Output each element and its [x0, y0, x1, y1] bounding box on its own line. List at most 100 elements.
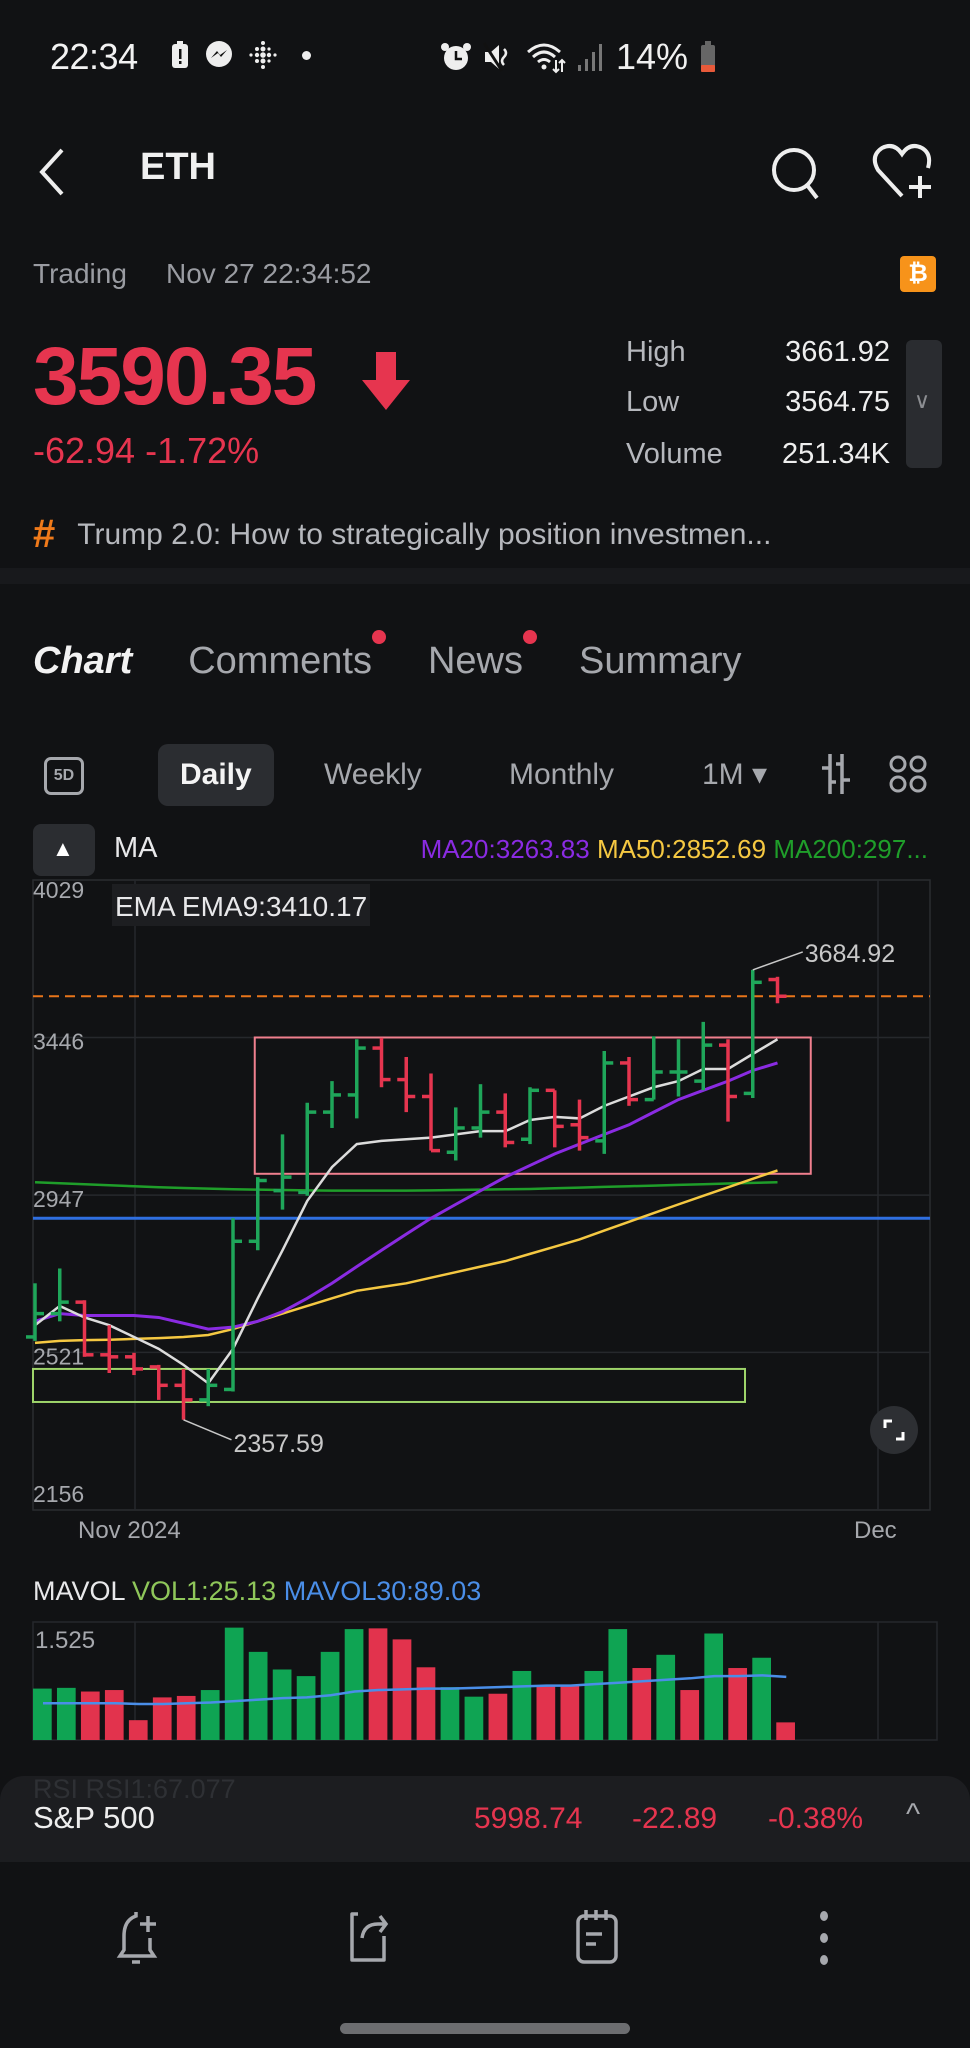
period-weekly[interactable]: Weekly: [302, 744, 444, 806]
volume-bar: [560, 1684, 580, 1740]
grid-layout-icon[interactable]: [888, 754, 928, 794]
ema-label: EMA EMA9:3410.17: [115, 891, 367, 922]
ohlc-bar: [26, 1283, 44, 1341]
volume-chart[interactable]: 1.525: [0, 1610, 970, 1750]
expand-stats-button[interactable]: ∨: [906, 340, 942, 468]
mute-icon: [482, 42, 508, 72]
x-tick-label: Dec: [854, 1517, 897, 1544]
hashtag-icon: #: [33, 512, 56, 556]
chevron-up-icon[interactable]: ^: [906, 1798, 920, 1832]
volume-axis-label: 1.525: [35, 1627, 95, 1654]
ohlc-bar: [174, 1368, 193, 1420]
back-button[interactable]: [34, 144, 74, 200]
volume-bar: [536, 1685, 556, 1740]
volume-bar: [512, 1670, 532, 1740]
mavol30-value: MAVOL30:89.03: [283, 1576, 482, 1606]
ohlc-bar: [471, 1084, 490, 1138]
ma50-value: MA50:2852.69: [596, 834, 767, 864]
tab-news-label: News: [427, 640, 523, 682]
arrow-down-icon: [362, 352, 410, 410]
period-monthly[interactable]: Monthly: [487, 744, 636, 806]
volume-bar: [464, 1696, 484, 1740]
status-bar: 22:34 14%: [0, 0, 970, 120]
battery-percent: 14%: [616, 36, 689, 77]
index-price: 5998.74: [474, 1802, 583, 1835]
period-daily[interactable]: Daily: [158, 744, 274, 806]
heart-plus-icon[interactable]: [872, 142, 936, 202]
ohlc-bar: [372, 1037, 391, 1088]
mavol-label: MAVOL: [33, 1576, 125, 1606]
stat-high-label: High: [626, 336, 686, 368]
crypto-badge: ₿: [900, 256, 936, 292]
ma200-value: MA200:297...: [773, 834, 928, 864]
min-label-leader: [183, 1419, 232, 1441]
tab-comments-label: Comments: [188, 640, 372, 682]
volume-bar: [752, 1657, 771, 1740]
fullscreen-button[interactable]: [870, 1406, 918, 1454]
volume-bar: [608, 1629, 628, 1740]
system-icons: 14%: [440, 36, 718, 78]
y-tick-label: 4029: [33, 877, 84, 903]
stat-low-value: 3564.75: [785, 386, 890, 418]
ohlc-bar: [743, 969, 762, 1099]
ohlc-bar: [768, 976, 787, 1004]
tab-summary-label: Summary: [578, 640, 742, 682]
volume-bar: [656, 1654, 676, 1740]
notes-icon[interactable]: [568, 1908, 628, 1968]
fullscreen-icon: [883, 1419, 905, 1441]
price-chart[interactable]: 4029 3446 2947 2521 2156 EMA EMA9:3410.17 3684…: [0, 870, 970, 1560]
index-change: -22.89: [632, 1802, 718, 1835]
volume-bar: [776, 1722, 795, 1740]
bell-plus-icon[interactable]: [114, 1908, 174, 1968]
ohlc-bar: [149, 1364, 168, 1400]
ohlc-bar: [125, 1352, 143, 1376]
alarm-icon: [441, 43, 471, 70]
range-dropdown[interactable]: 1M ▾: [680, 744, 789, 806]
battery-alert-icon: [172, 41, 188, 68]
ohlc-bar: [397, 1056, 416, 1113]
ohlc-bar: [521, 1087, 539, 1145]
max-price-label: 3684.92: [805, 940, 895, 968]
volume-bar: [224, 1627, 244, 1740]
more-vertical-icon[interactable]: [794, 1908, 854, 1968]
ma-values: MA20:3263.83 MA50:2852.69 MA200:297...: [421, 834, 928, 865]
volume-bar: [344, 1629, 364, 1740]
tab-chart[interactable]: Chart: [33, 640, 134, 689]
five-day-button[interactable]: 5D: [44, 757, 84, 795]
dot-icon: [302, 50, 311, 60]
support-box-green: [32, 1367, 746, 1403]
topic-banner[interactable]: # Trump 2.0: How to strategically positi…: [33, 512, 771, 557]
price-change: -62.94 -1.72%: [33, 430, 260, 471]
share-icon[interactable]: [344, 1908, 404, 1968]
home-indicator[interactable]: [340, 2023, 630, 2034]
ma200-line: [34, 1180, 778, 1192]
signal-icon: [578, 44, 602, 71]
volume-bar: [488, 1693, 508, 1740]
market-status: Trading: [33, 258, 127, 289]
volume-bar: [200, 1690, 220, 1740]
index-percent: -0.38%: [768, 1802, 864, 1835]
volume-bar: [704, 1633, 724, 1740]
mavol-header: MAVOL VOL1:25.13 MAVOL30:89.03: [33, 1576, 481, 1607]
collapse-indicators-button[interactable]: ▲: [33, 824, 95, 876]
chart-type-icon[interactable]: [818, 752, 854, 796]
volume-bar: [368, 1628, 388, 1740]
ohlc-bar: [224, 1218, 242, 1392]
ohlc-bar: [496, 1093, 515, 1148]
search-icon[interactable]: [770, 144, 824, 202]
page-title: ETH: [140, 146, 216, 188]
y-tick-label: 2521: [33, 1343, 84, 1369]
volume-bar: [248, 1651, 268, 1740]
section-divider: [0, 568, 970, 584]
ohlc-bar: [100, 1325, 119, 1374]
ohlc-bar: [323, 1081, 341, 1128]
volume-bar: [56, 1687, 76, 1740]
min-price-label: 2357.59: [234, 1430, 324, 1458]
quote-timestamp: Nov 27 22:34:52: [166, 258, 372, 289]
ma20-value: MA20:3263.83: [420, 834, 590, 864]
tab-comments[interactable]: Comments: [188, 630, 386, 683]
tab-summary[interactable]: Summary: [579, 640, 742, 683]
y-tick-label: 3446: [33, 1028, 84, 1054]
tab-chart-label: Chart: [33, 640, 133, 682]
tab-news[interactable]: News: [427, 630, 537, 683]
